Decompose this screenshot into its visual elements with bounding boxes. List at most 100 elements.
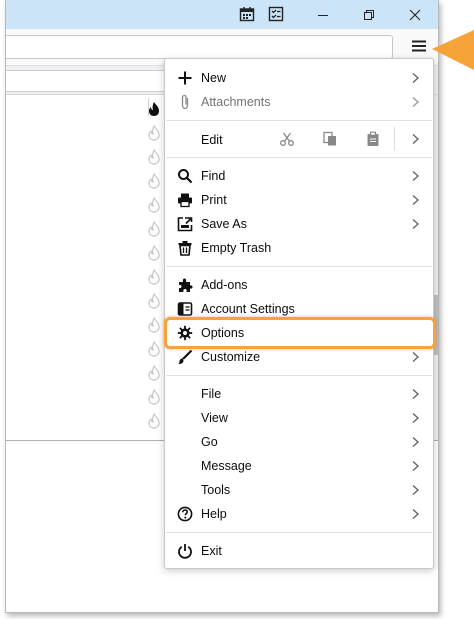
cut-button[interactable] bbox=[267, 121, 307, 157]
help-icon bbox=[176, 505, 194, 523]
menu-item-go[interactable]: Go bbox=[166, 430, 432, 454]
flame-icon[interactable] bbox=[147, 197, 161, 213]
menu-item-attachments[interactable]: Attachments bbox=[166, 90, 432, 114]
app-menu-button[interactable] bbox=[408, 36, 430, 56]
chevron-right-icon bbox=[412, 412, 420, 424]
close-window-button[interactable] bbox=[392, 0, 438, 29]
menu-item-print[interactable]: Print bbox=[166, 188, 432, 212]
flame-icon[interactable] bbox=[147, 101, 161, 117]
flame-icon[interactable] bbox=[147, 389, 161, 405]
menu-separator bbox=[166, 266, 432, 267]
chevron-right-icon[interactable] bbox=[410, 132, 420, 146]
menu-separator bbox=[166, 375, 432, 376]
flame-icon[interactable] bbox=[147, 149, 161, 165]
title-bar bbox=[6, 0, 438, 29]
calendar-icon[interactable] bbox=[239, 6, 255, 22]
menu-item-exit[interactable]: Exit bbox=[166, 539, 432, 563]
paperclip-icon bbox=[176, 93, 194, 111]
power-icon bbox=[176, 542, 194, 560]
menu-item-tools[interactable]: Tools bbox=[166, 478, 432, 502]
menu-item-label: Empty Trash bbox=[201, 241, 272, 255]
chevron-right-icon bbox=[412, 388, 420, 400]
chevron-right-icon bbox=[412, 351, 420, 363]
menu-item-label: Add-ons bbox=[201, 278, 248, 292]
menu-separator bbox=[166, 157, 432, 158]
menu-item-file[interactable]: File bbox=[166, 382, 432, 406]
menu-item-label: Message bbox=[201, 459, 252, 473]
menu-item-label: Account Settings bbox=[201, 302, 295, 316]
flame-icon[interactable] bbox=[147, 341, 161, 357]
menu-item-edit: Edit bbox=[166, 121, 432, 157]
copy-icon bbox=[323, 131, 336, 146]
menu-item-label: Tools bbox=[201, 483, 231, 497]
search-icon bbox=[176, 167, 194, 185]
menu-item-addons[interactable]: Add-ons bbox=[166, 273, 432, 297]
paste-button[interactable] bbox=[353, 121, 393, 157]
brush-icon bbox=[176, 348, 194, 366]
menu-item-label: Attachments bbox=[201, 95, 271, 109]
menu-item-label: Print bbox=[201, 193, 227, 207]
gear-icon bbox=[176, 324, 194, 342]
flame-icon[interactable] bbox=[147, 365, 161, 381]
menu-item-help[interactable]: Help bbox=[166, 502, 432, 526]
flame-icon[interactable] bbox=[147, 269, 161, 285]
flame-icon[interactable] bbox=[147, 413, 161, 429]
menu-item-options[interactable]: Options bbox=[164, 317, 436, 349]
hamburger-menu-icon bbox=[412, 40, 426, 52]
copy-button[interactable] bbox=[310, 121, 350, 157]
menu-item-find[interactable]: Find bbox=[166, 164, 432, 188]
flame-icon[interactable] bbox=[147, 245, 161, 261]
minimize-button[interactable] bbox=[300, 0, 346, 29]
flame-icon[interactable] bbox=[147, 125, 161, 141]
menu-item-label: Help bbox=[201, 507, 227, 521]
menu-item-label: Customize bbox=[201, 350, 261, 364]
app-menu-panel: New Attachments Edit Find Print Save As … bbox=[164, 58, 436, 569]
menu-item-label: File bbox=[201, 387, 222, 401]
menu-item-label: Find bbox=[201, 169, 226, 183]
callout-arrow-icon bbox=[432, 30, 474, 70]
chevron-right-icon bbox=[412, 96, 420, 108]
trash-icon bbox=[176, 239, 194, 257]
restore-button[interactable] bbox=[346, 0, 392, 29]
menu-item-save-as[interactable]: Save As bbox=[166, 212, 432, 236]
menu-item-account-settings[interactable]: Account Settings bbox=[166, 297, 432, 321]
menu-separator bbox=[166, 532, 432, 533]
menu-item-view[interactable]: View bbox=[166, 406, 432, 430]
account-settings-icon bbox=[176, 300, 194, 318]
search-field[interactable] bbox=[6, 35, 393, 59]
paste-icon bbox=[367, 131, 379, 146]
minimize-icon bbox=[318, 14, 328, 16]
menu-item-label: Edit bbox=[201, 133, 223, 147]
flame-icon[interactable] bbox=[147, 317, 161, 333]
menu-item-label: View bbox=[201, 411, 228, 425]
chevron-right-icon bbox=[412, 218, 420, 230]
plus-icon bbox=[176, 69, 194, 87]
flame-icon[interactable] bbox=[147, 173, 161, 189]
menu-item-empty-trash[interactable]: Empty Trash bbox=[166, 236, 432, 260]
edit-separator bbox=[394, 127, 395, 151]
menu-item-label: Exit bbox=[201, 544, 222, 558]
chevron-right-icon bbox=[412, 460, 420, 472]
printer-icon bbox=[176, 191, 194, 209]
save-icon bbox=[176, 215, 194, 233]
cut-icon bbox=[280, 132, 294, 146]
menu-item-label: Options bbox=[201, 326, 245, 340]
chevron-right-icon bbox=[412, 508, 420, 520]
close-icon bbox=[409, 9, 421, 20]
tasks-icon[interactable] bbox=[268, 6, 284, 22]
chevron-right-icon bbox=[412, 436, 420, 448]
menu-item-message[interactable]: Message bbox=[166, 454, 432, 478]
chevron-right-icon bbox=[412, 484, 420, 496]
flame-icon[interactable] bbox=[147, 293, 161, 309]
restore-icon bbox=[364, 9, 374, 20]
chevron-right-icon bbox=[412, 72, 420, 84]
chevron-right-icon bbox=[412, 194, 420, 206]
menu-item-new[interactable]: New bbox=[166, 66, 432, 90]
menu-item-customize[interactable]: Customize bbox=[166, 345, 432, 369]
puzzle-icon bbox=[176, 276, 194, 294]
menu-item-label: Go bbox=[201, 435, 218, 449]
chevron-right-icon bbox=[412, 170, 420, 182]
menu-item-label: New bbox=[201, 71, 227, 85]
flame-icon[interactable] bbox=[147, 221, 161, 237]
menu-item-label: Save As bbox=[201, 217, 247, 231]
